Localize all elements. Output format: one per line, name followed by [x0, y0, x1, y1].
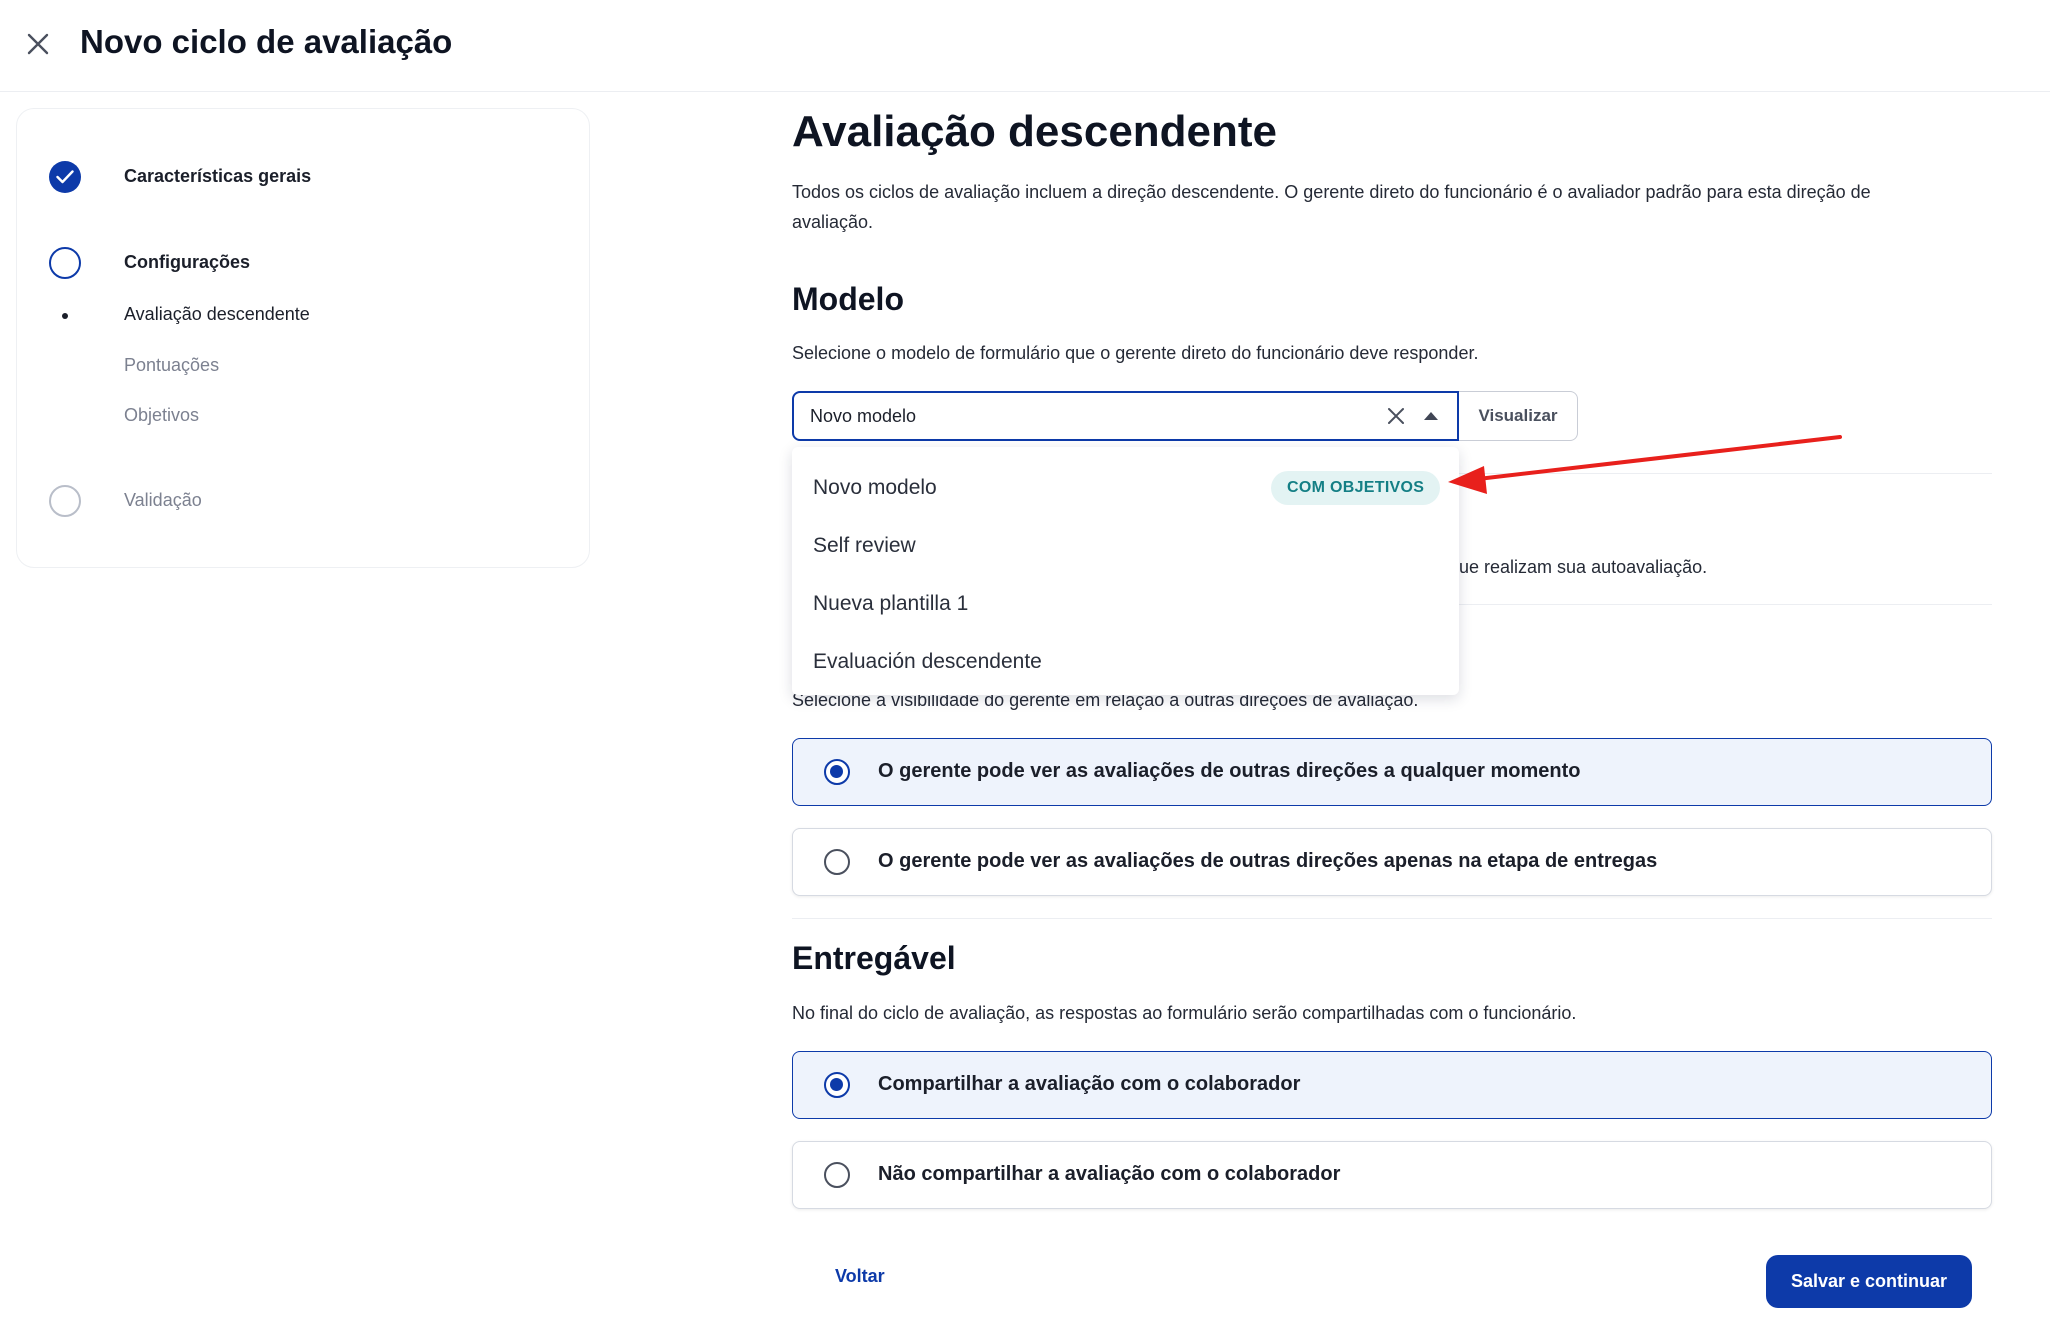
share-option-share[interactable]: Compartilhar a avaliação com o colaborad… — [792, 1051, 1992, 1119]
radio-label: Não compartilhar a avaliação com o colab… — [878, 1163, 1341, 1185]
option-label: Self review — [813, 534, 916, 557]
modelo-description: Selecione o modelo de formulário que o g… — [792, 343, 1479, 363]
option-label: Evaluación descendente — [813, 650, 1042, 673]
dropdown-option-novo-modelo[interactable]: Novo modelo COM OBJETIVOS — [792, 459, 1459, 517]
top-bar: Novo ciclo de avaliação — [0, 0, 2050, 92]
option-label: Nueva plantilla 1 — [813, 592, 969, 615]
share-option-dont-share[interactable]: Não compartilhar a avaliação com o colab… — [792, 1141, 1992, 1209]
modelo-select-value: Novo modelo — [810, 406, 917, 426]
section-title: Avaliação descendente — [792, 107, 1278, 156]
clear-icon[interactable] — [1384, 404, 1408, 428]
divider — [792, 918, 1992, 919]
salvar-e-continuar-button[interactable]: Salvar e continuar — [1766, 1255, 1972, 1308]
modelo-dropdown: Novo modelo COM OBJETIVOS Self review Nu… — [792, 447, 1459, 695]
radio-selected[interactable] — [824, 1072, 850, 1098]
step-configuracoes[interactable]: Configurações — [124, 252, 250, 273]
step-current-circle-icon — [49, 247, 81, 279]
obscured-self-review-text: ue realizam sua autoavaliação. — [1459, 557, 1708, 577]
visibility-option-any-time[interactable]: O gerente pode ver as avaliações de outr… — [792, 738, 1992, 806]
step-done-check-icon — [49, 161, 81, 193]
visibility-option-deliveries-stage[interactable]: O gerente pode ver as avaliações de outr… — [792, 828, 1992, 896]
radio-selected[interactable] — [824, 759, 850, 785]
com-objetivos-badge: COM OBJETIVOS — [1271, 471, 1441, 505]
page-title: Novo ciclo de avaliação — [80, 23, 453, 60]
step-validacao[interactable]: Validação — [124, 490, 202, 511]
visualizar-button[interactable]: Visualizar — [1459, 391, 1578, 441]
voltar-button[interactable]: Voltar — [835, 1266, 885, 1287]
radio-label: Compartilhar a avaliação com o colaborad… — [878, 1073, 1301, 1095]
modelo-select[interactable]: Novo modelo — [792, 391, 1459, 441]
dropdown-option-nueva-plantilla-1[interactable]: Nueva plantilla 1 — [792, 575, 1459, 633]
close-button[interactable] — [16, 22, 60, 66]
caret-up-icon[interactable] — [1424, 412, 1438, 420]
radio-unselected[interactable] — [824, 1162, 850, 1188]
step-caracteristicas-gerais[interactable]: Características gerais — [124, 166, 311, 187]
dropdown-option-evaluacion-descendente[interactable]: Evaluación descendente — [792, 633, 1459, 691]
option-label: Novo modelo — [813, 476, 937, 499]
substep-pontuacoes[interactable]: Pontuações — [124, 355, 219, 376]
substep-objetivos[interactable]: Objetivos — [124, 405, 199, 426]
radio-unselected[interactable] — [824, 849, 850, 875]
modelo-heading: Modelo — [792, 281, 904, 317]
section-description: Todos os ciclos de avaliação incluem a d… — [792, 182, 1871, 232]
close-icon — [27, 33, 49, 55]
stepper-card: Características gerais Configurações Ava… — [16, 108, 590, 568]
substep-current-dot — [62, 313, 68, 319]
substep-avaliacao-descendente[interactable]: Avaliação descendente — [124, 304, 310, 325]
entregavel-description: No final do ciclo de avaliação, as respo… — [792, 1003, 1577, 1023]
step-pending-circle-icon — [49, 485, 81, 517]
entregavel-heading: Entregável — [792, 940, 956, 976]
radio-label: O gerente pode ver as avaliações de outr… — [878, 760, 1581, 782]
radio-label: O gerente pode ver as avaliações de outr… — [878, 850, 1658, 872]
dropdown-option-self-review[interactable]: Self review — [792, 517, 1459, 575]
